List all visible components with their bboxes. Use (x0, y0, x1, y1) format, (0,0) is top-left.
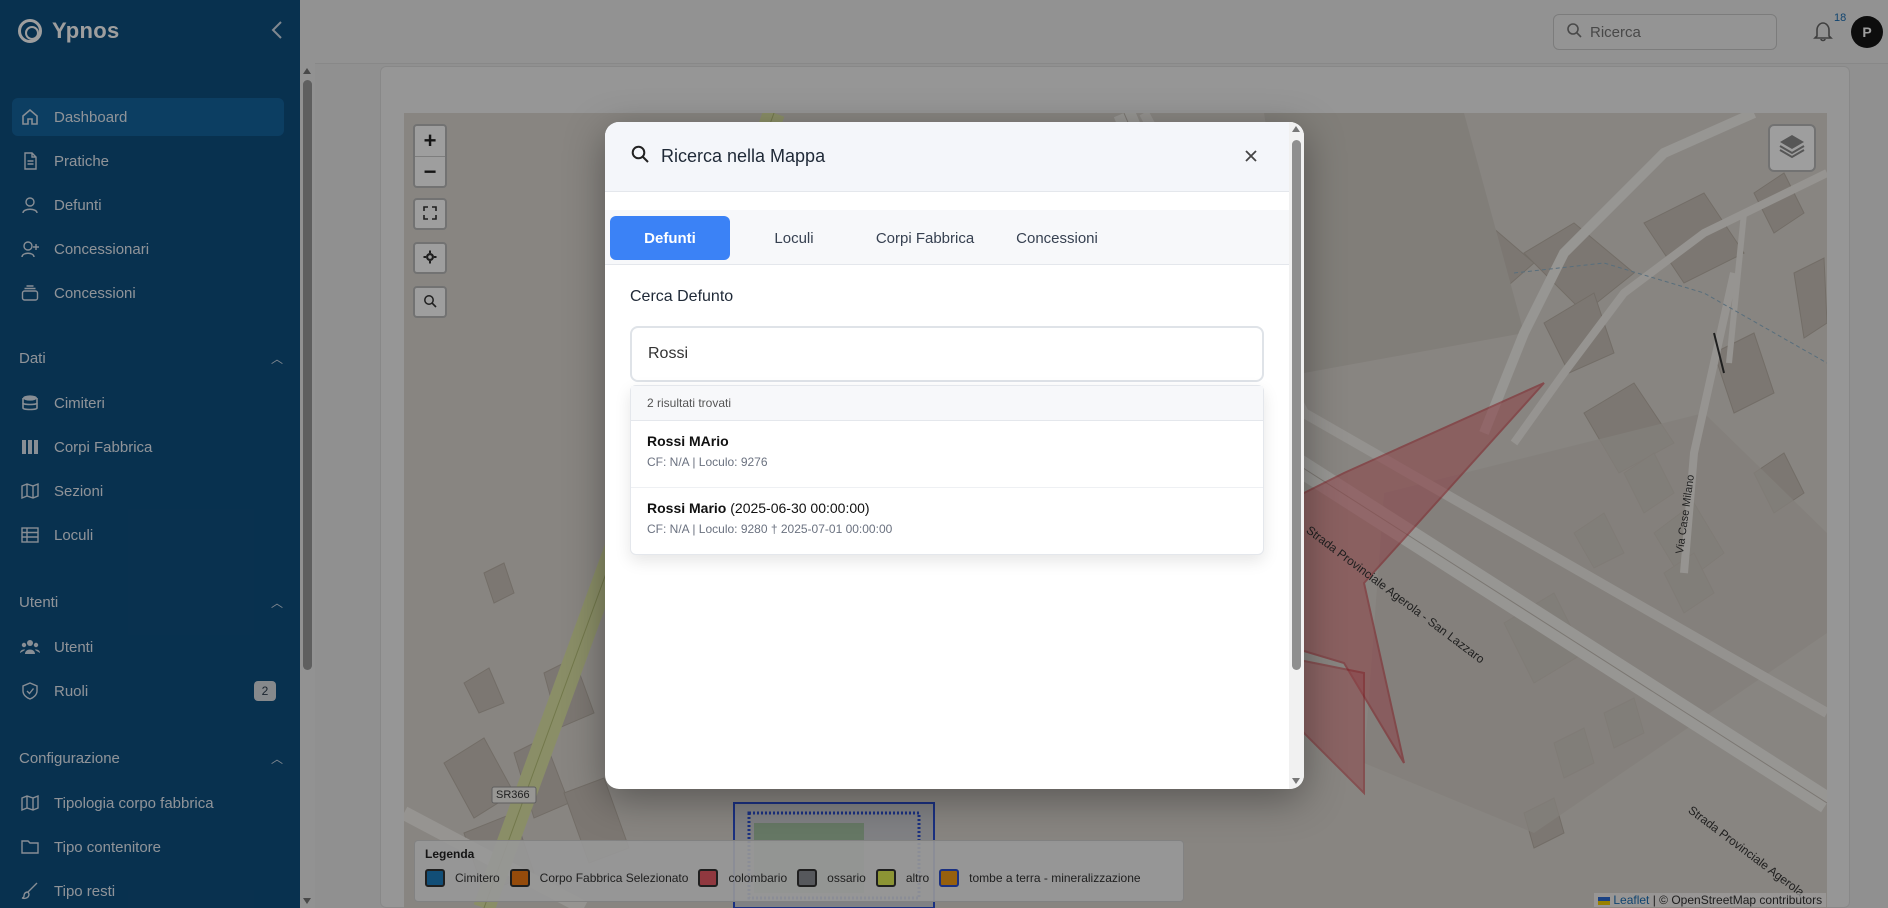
modal-scrollbar[interactable] (1289, 122, 1304, 789)
tab-loculi[interactable]: Loculi (734, 216, 854, 260)
tabs-bar: Defunti Loculi Corpi Fabbrica Concession… (605, 210, 1289, 265)
defunto-search-input[interactable] (648, 345, 1238, 363)
result-name: Rossi MArio (647, 433, 729, 449)
scrollbar-thumb[interactable] (1292, 140, 1301, 670)
search-field-label: Cerca Defunto (630, 288, 734, 305)
result-date: (2025-06-30 00:00:00) (730, 500, 870, 516)
result-name: Rossi Mario (647, 500, 727, 516)
tab-defunti[interactable]: Defunti (610, 216, 730, 260)
close-icon (1245, 150, 1257, 162)
scroll-down-arrow[interactable] (1292, 778, 1300, 784)
result-details: CF: N/A | Loculo: 9280 † 2025-07-01 00:0… (647, 522, 893, 536)
tab-corpi-fabbrica[interactable]: Corpi Fabbrica (859, 216, 991, 260)
scroll-up-arrow[interactable] (1292, 126, 1300, 132)
modal-title: Ricerca nella Mappa (661, 146, 826, 166)
result-name-line: Rossi MArio (647, 433, 1263, 449)
defunto-search-field[interactable] (630, 326, 1264, 382)
result-name-line: Rossi Mario (2025-06-30 00:00:00) (647, 500, 1263, 516)
result-item[interactable]: Rossi Mario (2025-06-30 00:00:00) CF: N/… (631, 488, 1263, 555)
search-icon (631, 145, 649, 168)
tab-concessioni[interactable]: Concessioni (995, 216, 1119, 260)
map-search-modal: Ricerca nella Mappa Defunti Loculi Corpi… (605, 122, 1304, 789)
modal-header: Ricerca nella Mappa (605, 122, 1289, 192)
close-button[interactable] (1241, 146, 1261, 166)
results-count: 2 risultati trovati (631, 386, 1263, 421)
result-item[interactable]: Rossi MArio CF: N/A | Loculo: 9276 (631, 421, 1263, 488)
search-results-dropdown: 2 risultati trovati Rossi MArio CF: N/A … (630, 385, 1264, 555)
result-details: CF: N/A | Loculo: 9276 (647, 455, 768, 469)
